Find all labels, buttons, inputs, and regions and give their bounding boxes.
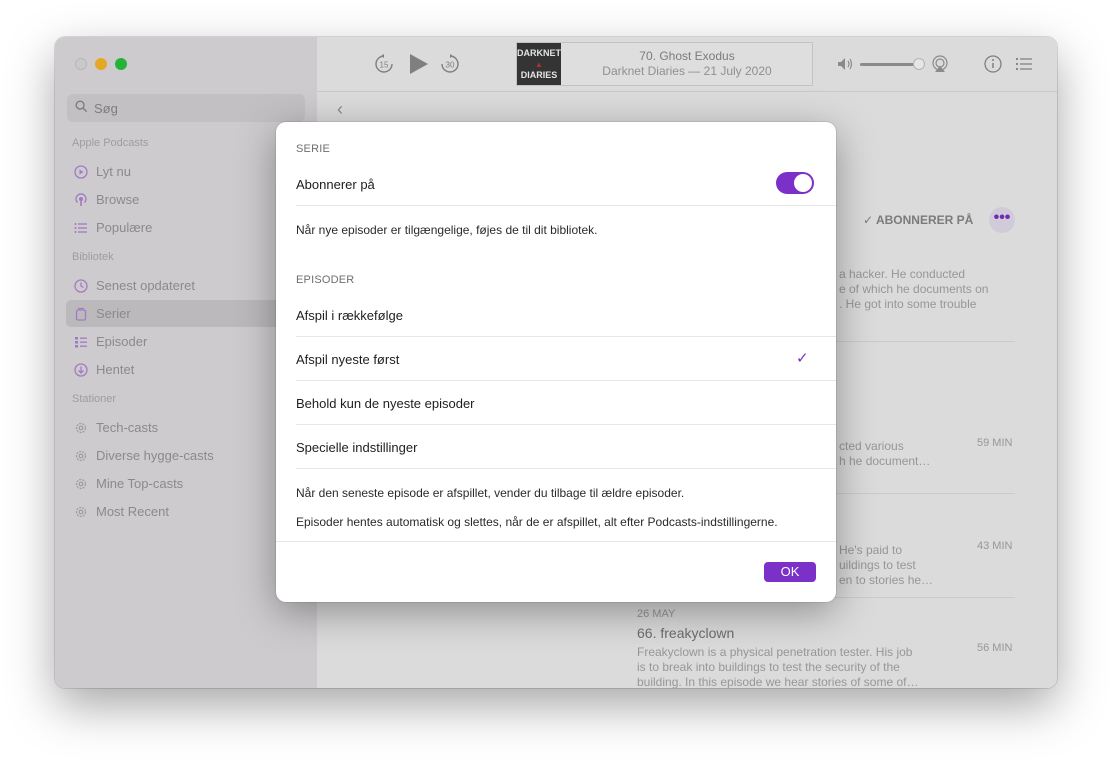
show-settings-dialog: SERIE Abonnerer på Når nye episoder er t… (276, 122, 836, 602)
option-keep-latest[interactable]: Behold kun de nyeste episoder (296, 381, 836, 425)
checkmark-icon: ✓ (796, 350, 809, 367)
option-label: Specielle indstillinger (296, 439, 418, 455)
option-label: Behold kun de nyeste episoder (296, 395, 475, 411)
option-label: Afspil i rækkefølge (296, 307, 403, 323)
series-heading: SERIE (296, 143, 331, 155)
option-custom-settings[interactable]: Specielle indstillinger (296, 425, 836, 469)
option-play-newest-first[interactable]: Afspil nyeste først (296, 337, 836, 381)
subscribe-row: Abonnerer på (296, 162, 836, 206)
dialog-separator (296, 205, 836, 206)
subscribe-note: Når nye episoder er tilgængelige, føjes … (296, 223, 598, 237)
dialog-note-1: Når den seneste episode er afspillet, ve… (296, 486, 685, 500)
dialog-separator (296, 468, 836, 469)
subscribe-label: Abonnerer på (296, 176, 375, 192)
ok-button[interactable]: OK (764, 562, 816, 582)
toggle-knob (794, 174, 812, 192)
option-play-in-order[interactable]: Afspil i rækkefølge (296, 293, 836, 337)
dialog-separator (276, 541, 836, 542)
subscribe-toggle[interactable] (776, 172, 814, 194)
option-label: Afspil nyeste først (296, 351, 400, 367)
dialog-note-2: Episoder hentes automatisk og slettes, n… (296, 515, 778, 529)
episodes-heading: EPISODER (296, 274, 355, 286)
